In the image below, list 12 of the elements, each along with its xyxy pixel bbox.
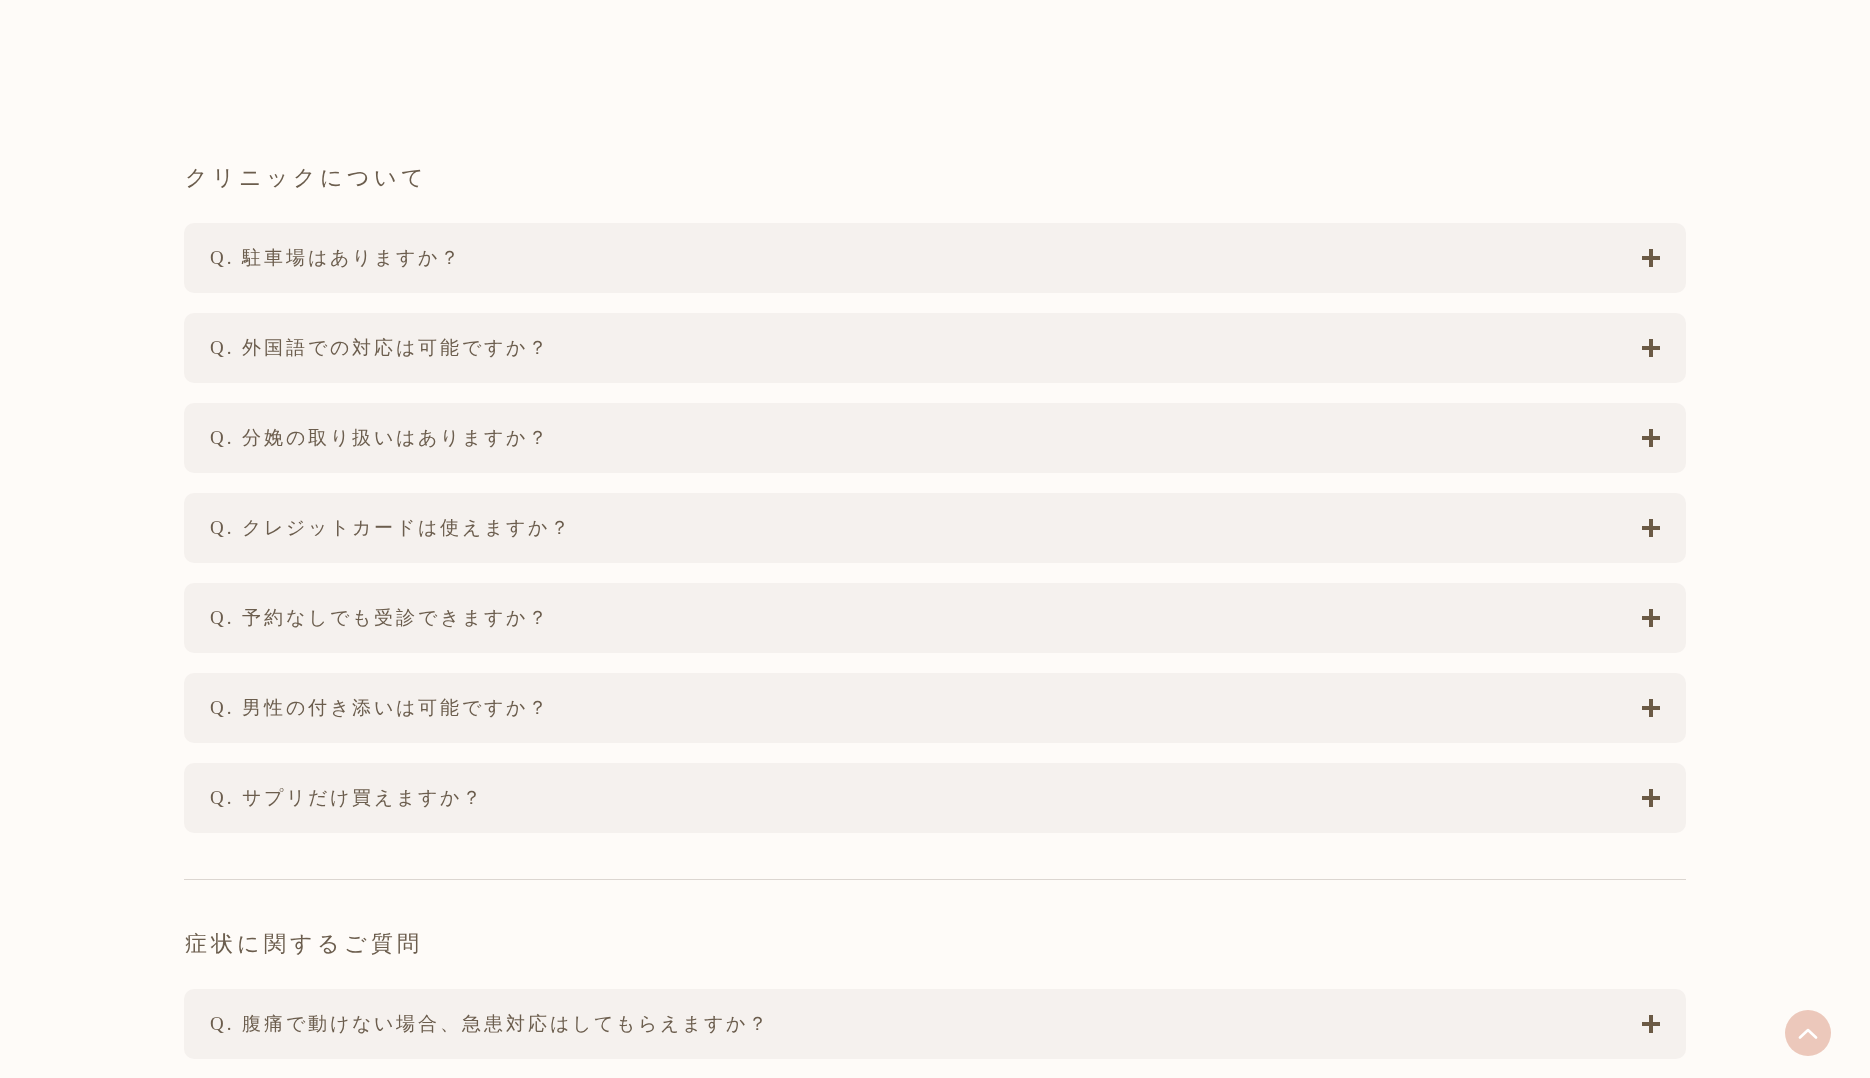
faq-question[interactable]: Q. 男性の付き添いは可能ですか？ <box>184 673 1686 743</box>
section-heading: クリニックについて <box>185 164 428 192</box>
faq-question[interactable]: Q. 分娩の取り扱いはありますか？ <box>184 403 1686 473</box>
faq-question[interactable]: Q. 駐車場はありますか？ <box>184 223 1686 293</box>
scroll-to-top-button[interactable] <box>1785 1010 1831 1056</box>
section-heading: 症状に関するご質問 <box>185 930 423 958</box>
chevron-up-icon <box>1798 1027 1818 1039</box>
faq-question[interactable]: Q. 外国語での対応は可能ですか？ <box>184 313 1686 383</box>
faq-question[interactable]: Q. 腹痛で動けない場合、急患対応はしてもらえますか？ <box>184 989 1686 1059</box>
faq-question[interactable]: Q. 予約なしでも受診できますか？ <box>184 583 1686 653</box>
faq-question[interactable]: Q. サプリだけ買えますか？ <box>184 763 1686 833</box>
faq-question[interactable]: Q. クレジットカードは使えますか？ <box>184 493 1686 563</box>
